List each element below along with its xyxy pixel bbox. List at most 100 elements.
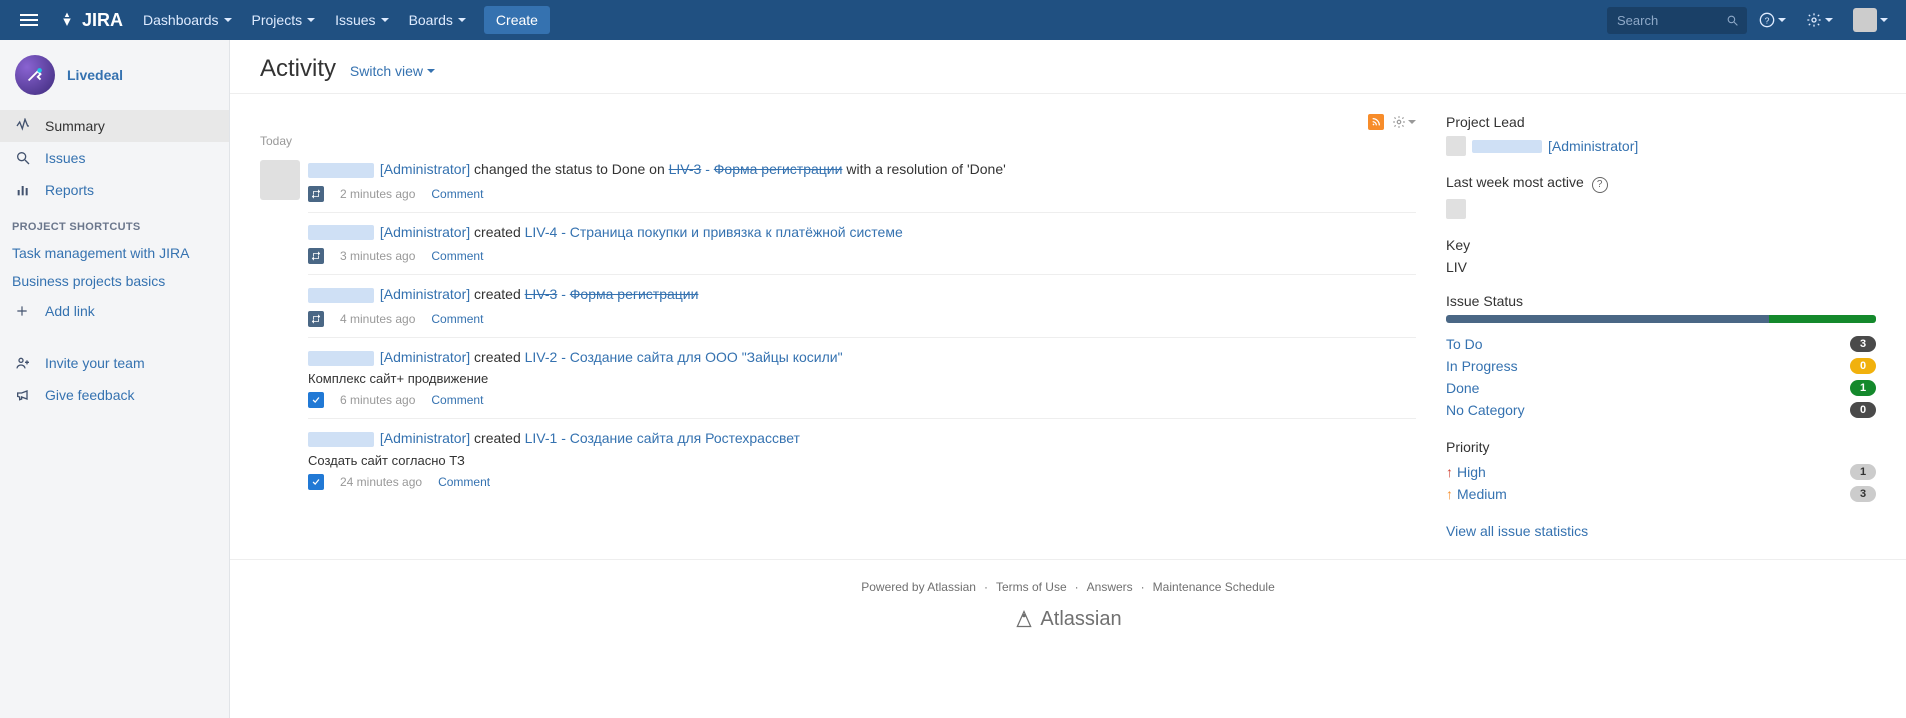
task-change-icon <box>308 186 324 202</box>
status-row: In Progress0 <box>1446 355 1876 377</box>
status-count-badge: 0 <box>1850 402 1876 418</box>
project-header[interactable]: Livedeal <box>0 40 229 110</box>
most-active-label: Last week most active ? <box>1446 174 1876 193</box>
comment-link[interactable]: Comment <box>431 312 483 326</box>
footer-atlassian-link[interactable]: Atlassian <box>927 580 976 594</box>
help-icon: ? <box>1759 12 1775 28</box>
actor-chip <box>308 163 374 178</box>
activity-time: 24 minutes ago <box>340 475 422 489</box>
actor-chip <box>308 432 374 447</box>
create-button[interactable]: Create <box>484 6 550 34</box>
status-link[interactable]: In Progress <box>1446 358 1518 374</box>
bar-chart-icon <box>15 182 31 198</box>
comment-link[interactable]: Comment <box>431 393 483 407</box>
view-all-stats-link[interactable]: View all issue statistics <box>1446 523 1588 539</box>
search-icon <box>15 150 31 166</box>
profile-menu[interactable] <box>1845 0 1896 40</box>
activity-time: 2 minutes ago <box>340 187 415 201</box>
project-info-panel: Project Lead [Administrator] Last week m… <box>1446 114 1876 539</box>
footer: Powered by Atlassian · Terms of Use · An… <box>230 559 1906 661</box>
caret-down-icon <box>381 18 389 22</box>
shortcut-business-basics[interactable]: Business projects basics <box>0 267 229 295</box>
jira-logo[interactable]: JIRA <box>48 0 133 40</box>
nav-boards[interactable]: Boards <box>399 0 476 40</box>
settings-menu[interactable] <box>1798 0 1841 40</box>
sidebar-item-label: Reports <box>45 182 94 198</box>
priority-link[interactable]: High <box>1457 464 1486 480</box>
actor-chip <box>308 351 374 366</box>
nav-projects[interactable]: Projects <box>242 0 326 40</box>
status-row: No Category 0 <box>1446 399 1876 421</box>
actor-chip <box>308 225 374 240</box>
sidebar-item-label: Issues <box>45 150 85 166</box>
status-count-badge: 1 <box>1850 380 1876 396</box>
issue-link[interactable]: LIV-3 - Форма регистрации <box>525 286 699 302</box>
sidebar-item-reports[interactable]: Reports <box>0 174 229 206</box>
status-bar-done <box>1769 315 1877 323</box>
issue-link[interactable]: LIV-3 - Форма регистрации <box>669 161 843 177</box>
actor-role-link[interactable]: [Administrator] <box>376 161 470 177</box>
comment-link[interactable]: Comment <box>431 249 483 263</box>
most-active-avatar <box>1446 199 1466 219</box>
atlassian-icon <box>1014 609 1034 629</box>
shortcut-task-management[interactable]: Task management with JIRA <box>0 239 229 267</box>
priority-count-badge: 3 <box>1850 486 1876 502</box>
gear-icon <box>1392 115 1406 129</box>
issue-status-label: Issue Status <box>1446 293 1876 309</box>
issue-link[interactable]: LIV-1 - Создание сайта для Ростехрассвет <box>525 430 800 446</box>
sidebar-item-issues[interactable]: Issues <box>0 142 229 174</box>
nav-dashboards[interactable]: Dashboards <box>133 0 242 40</box>
issue-link[interactable]: LIV-4 - Страница покупки и привязка к пл… <box>525 224 903 240</box>
priority-count-badge: 1 <box>1850 464 1876 480</box>
actor-role-link[interactable]: [Administrator] <box>376 349 470 365</box>
task-change-icon <box>308 311 324 327</box>
project-lead-label: Project Lead <box>1446 114 1876 130</box>
comment-link[interactable]: Comment <box>438 475 490 489</box>
gear-icon <box>1806 12 1822 28</box>
sidebar: Livedeal Summary Issues Reports PROJECT … <box>0 40 230 718</box>
status-link[interactable]: To Do <box>1446 336 1483 352</box>
activity-settings[interactable] <box>1392 115 1416 129</box>
invite-team-button[interactable]: Invite your team <box>0 347 229 379</box>
priority-link[interactable]: Medium <box>1457 486 1507 502</box>
status-row: Done 1 <box>1446 377 1876 399</box>
search-input[interactable] <box>1607 7 1747 34</box>
status-link[interactable]: Done <box>1446 380 1479 396</box>
actor-role-link[interactable]: [Administrator] <box>376 430 470 446</box>
give-feedback-button[interactable]: Give feedback <box>0 379 229 411</box>
activity-item: [Administrator] created LIV-2 - Создание… <box>308 337 1416 419</box>
menu-toggle[interactable] <box>10 0 48 40</box>
search-wrap <box>1607 7 1747 34</box>
lead-name-link[interactable]: [Administrator] <box>1548 138 1638 154</box>
caret-down-icon <box>1408 120 1416 124</box>
footer-terms-link[interactable]: Terms of Use <box>996 580 1067 594</box>
caret-down-icon <box>458 18 466 22</box>
footer-powered: Powered by Atlassian <box>861 580 976 594</box>
nav-issues[interactable]: Issues <box>325 0 398 40</box>
lead-name-chip <box>1472 140 1542 153</box>
svg-text:?: ? <box>1765 15 1770 25</box>
status-count-badge: 3 <box>1850 336 1876 352</box>
caret-down-icon <box>1778 18 1786 22</box>
info-icon[interactable]: ? <box>1592 177 1608 193</box>
add-link-button[interactable]: Add link <box>0 295 229 327</box>
jira-icon <box>58 11 76 29</box>
activity-item: [Administrator] changed the status to Do… <box>308 154 1416 212</box>
issue-link[interactable]: LIV-2 - Создание сайта для ООО "Зайцы ко… <box>525 349 843 365</box>
help-menu[interactable]: ? <box>1751 0 1794 40</box>
footer-answers-link[interactable]: Answers <box>1087 580 1133 594</box>
footer-maintenance-link[interactable]: Maintenance Schedule <box>1153 580 1275 594</box>
user-avatar-icon <box>1853 8 1877 32</box>
caret-down-icon <box>1825 18 1833 22</box>
comment-link[interactable]: Comment <box>431 187 483 201</box>
actor-role-link[interactable]: [Administrator] <box>376 224 470 240</box>
page-header: Activity Switch view <box>230 40 1906 94</box>
actor-role-link[interactable]: [Administrator] <box>376 286 470 302</box>
sidebar-item-summary[interactable]: Summary <box>0 110 229 142</box>
switch-view-link[interactable]: Switch view <box>350 63 435 79</box>
activity-item: [Administrator] created LIV-3 - Форма ре… <box>308 274 1416 337</box>
top-nav: JIRA Dashboards Projects Issues Boards C… <box>0 0 1906 40</box>
activity-item: [Administrator] created LIV-1 - Создание… <box>308 418 1416 500</box>
status-link[interactable]: No Category <box>1446 402 1525 418</box>
rss-icon[interactable] <box>1368 114 1384 130</box>
